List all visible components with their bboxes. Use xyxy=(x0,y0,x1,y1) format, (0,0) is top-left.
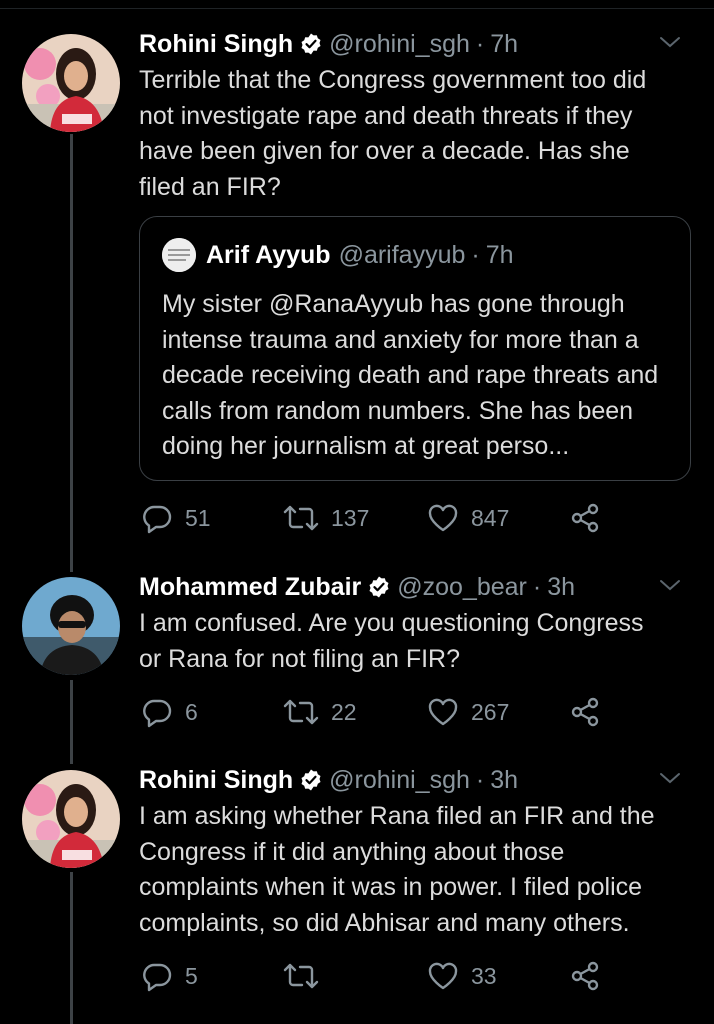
reply-icon xyxy=(141,696,173,728)
retweet-button[interactable] xyxy=(283,959,331,993)
tweet[interactable]: Rohini Singh @rohini_sgh · 7h Terrible t… xyxy=(0,0,714,560)
quoted-timestamp: 7h xyxy=(485,240,514,269)
tweet-text: Terrible that the Congress government to… xyxy=(139,66,647,201)
like-count: 267 xyxy=(471,698,510,725)
tweet-actions: 51 137 847 xyxy=(139,501,609,535)
author-handle[interactable]: @rohini_sgh xyxy=(329,30,470,59)
reply-count: 6 xyxy=(185,698,198,725)
author-handle[interactable]: @rohini_sgh xyxy=(329,766,470,795)
retweet-button[interactable]: 22 xyxy=(283,695,357,729)
tweet-header: Rohini Singh @rohini_sgh · 7h xyxy=(139,28,694,60)
reply-icon xyxy=(141,502,173,534)
like-count: 33 xyxy=(471,962,497,989)
reply-button[interactable]: 5 xyxy=(141,959,198,993)
reply-icon xyxy=(141,960,173,992)
quoted-tweet[interactable]: Arif Ayyub @arifayyub · 7h My sister @Ra… xyxy=(139,216,691,481)
share-button[interactable] xyxy=(569,959,601,993)
chevron-down-icon[interactable] xyxy=(658,34,682,55)
timestamp[interactable]: 3h xyxy=(547,573,575,602)
tweet-text: I am confused. Are you questioning Congr… xyxy=(139,609,644,673)
share-button[interactable] xyxy=(569,501,601,535)
verified-badge-icon xyxy=(367,575,391,599)
timestamp[interactable]: 7h xyxy=(490,30,518,59)
retweet-count: 22 xyxy=(331,698,357,725)
tweet-actions: 6 22 267 xyxy=(139,695,609,729)
tweet-header: Mohammed Zubair @zoo_bear · 3h xyxy=(139,571,694,603)
retweet-button[interactable]: 137 xyxy=(283,501,369,535)
tweet-actions: 5 33 xyxy=(139,959,609,993)
tweet[interactable]: Rohini Singh @rohini_sgh · 3h I am askin… xyxy=(0,755,714,1024)
share-icon xyxy=(569,696,601,728)
share-button[interactable] xyxy=(569,695,601,729)
quoted-tweet-header: Arif Ayyub @arifayyub · 7h xyxy=(162,238,514,272)
author-name[interactable]: Rohini Singh xyxy=(139,766,293,795)
retweet-icon xyxy=(283,960,319,992)
reply-count: 5 xyxy=(185,962,198,989)
avatar xyxy=(162,238,196,272)
avatar[interactable] xyxy=(22,770,120,868)
author-name[interactable]: Mohammed Zubair xyxy=(139,573,361,602)
avatar[interactable] xyxy=(22,577,120,675)
reply-button[interactable]: 6 xyxy=(141,695,198,729)
avatar[interactable] xyxy=(22,34,120,132)
share-icon xyxy=(569,960,601,992)
tweet-text: I am asking whether Rana filed an FIR an… xyxy=(139,802,655,937)
reply-button[interactable]: 51 xyxy=(141,501,211,535)
like-button[interactable]: 33 xyxy=(427,959,497,993)
quoted-tweet-text: My sister @RanaAyyub has gone through in… xyxy=(162,290,659,460)
chevron-down-icon[interactable] xyxy=(658,577,682,598)
author-handle[interactable]: @zoo_bear xyxy=(397,573,527,602)
retweet-count: 137 xyxy=(331,504,370,531)
reply-count: 51 xyxy=(185,504,211,531)
retweet-icon xyxy=(283,502,319,534)
heart-icon xyxy=(427,960,459,992)
heart-icon xyxy=(427,696,459,728)
separator: · xyxy=(532,572,542,601)
verified-badge-icon xyxy=(299,768,323,792)
timestamp[interactable]: 3h xyxy=(490,766,518,795)
quoted-author-handle: @arifayyub xyxy=(338,240,466,269)
like-button[interactable]: 847 xyxy=(427,501,509,535)
like-count: 847 xyxy=(471,504,510,531)
chevron-down-icon[interactable] xyxy=(658,770,682,791)
quoted-author-name: Arif Ayyub xyxy=(206,240,331,269)
separator: · xyxy=(475,29,485,58)
tweet[interactable]: Mohammed Zubair @zoo_bear · 3h I am conf… xyxy=(0,560,714,755)
share-icon xyxy=(569,502,601,534)
separator: · xyxy=(471,240,480,269)
author-name[interactable]: Rohini Singh xyxy=(139,30,293,59)
like-button[interactable]: 267 xyxy=(427,695,509,729)
tweet-header: Rohini Singh @rohini_sgh · 3h xyxy=(139,764,694,796)
separator: · xyxy=(475,765,485,794)
heart-icon xyxy=(427,502,459,534)
retweet-icon xyxy=(283,696,319,728)
verified-badge-icon xyxy=(299,32,323,56)
